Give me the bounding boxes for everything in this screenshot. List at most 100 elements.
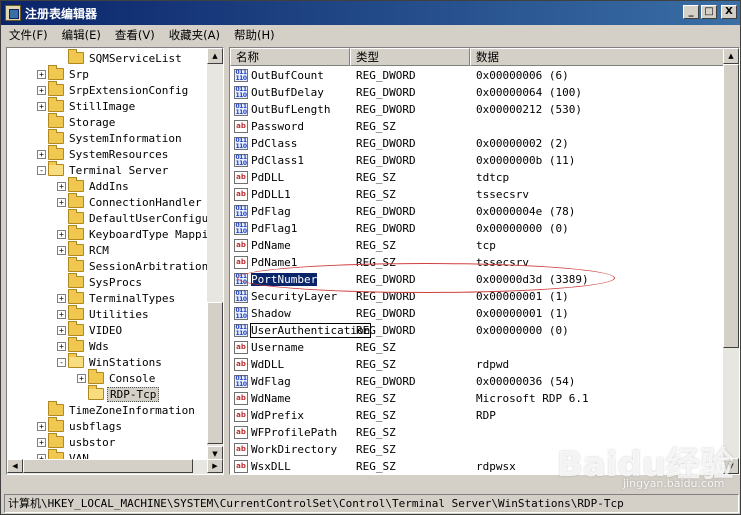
value-list-pane[interactable]: 名称 类型 数据 011 110 OutBufCount REG_DWORD 0x00… [229, 47, 740, 475]
title-bar[interactable]: 注册表编辑器 _ □ X [1, 1, 740, 25]
value-name: OutBufLength [251, 103, 331, 116]
tree-item[interactable]: SystemInformation [37, 129, 184, 146]
tree-horizontal-scrollbar[interactable]: ◀ ▶ [7, 459, 223, 474]
tree-item[interactable]: + SystemResources [37, 145, 170, 162]
list-scroll-down-button[interactable]: ▼ [723, 458, 739, 474]
column-header-type[interactable]: 类型 [350, 48, 470, 66]
tree-item[interactable]: SessionArbitrationH [57, 257, 207, 274]
value-row[interactable]: ab Password REG_SZ [230, 118, 725, 135]
expand-icon[interactable]: + [37, 69, 46, 79]
tree-item[interactable]: RDP-Tcp [77, 385, 160, 402]
value-row[interactable]: ab PdDLL1 REG_SZ tssecsrv [230, 186, 725, 203]
expand-icon[interactable]: + [57, 229, 66, 239]
value-row[interactable]: 011 110 OutBufCount REG_DWORD 0x00000006 (6… [230, 67, 725, 84]
value-data: tcp [476, 239, 496, 252]
value-row[interactable]: ab WFProfilePath REG_SZ [230, 424, 725, 441]
value-row[interactable]: 011 110 PortNumber REG_DWORD 0x00000d3d (33… [230, 271, 725, 288]
maximize-button[interactable]: □ [701, 5, 717, 19]
expand-icon[interactable]: + [37, 421, 46, 431]
expand-icon[interactable]: + [57, 181, 66, 191]
tree-scroll-left-button[interactable]: ◀ [7, 459, 23, 473]
value-type: REG_SZ [356, 409, 396, 422]
value-row[interactable]: ab PdName1 REG_SZ tssecsrv [230, 254, 725, 271]
list-scroll-up-button[interactable]: ▲ [723, 48, 739, 64]
tree-scroll-up-button[interactable]: ▲ [207, 48, 223, 64]
value-row[interactable]: 011 110 UserAuthentication REG_DWORD 0x0000… [230, 322, 725, 339]
value-data: Microsoft RDP 6.1 [476, 392, 589, 405]
value-row[interactable]: 011 110 PdClass REG_DWORD 0x00000002 (2) [230, 135, 725, 152]
tree-item[interactable]: DefaultUserConfigur [57, 209, 207, 226]
expand-icon[interactable]: + [57, 293, 66, 303]
value-row[interactable]: ab WsxDLL REG_SZ rdpwsx [230, 458, 725, 474]
tree-item[interactable]: + KeyboardType Mappin [57, 225, 207, 242]
expand-icon[interactable]: + [37, 437, 46, 447]
tree-hscroll-thumb[interactable] [23, 459, 193, 473]
tree-item[interactable]: + AddIns [57, 177, 131, 194]
tree-item[interactable]: + Console [77, 369, 157, 386]
menu-edit[interactable]: 编辑(E) [56, 27, 107, 43]
value-name: SecurityLayer [251, 290, 338, 303]
tree-item[interactable]: - Terminal Server [37, 161, 170, 178]
value-row[interactable]: ab WdDLL REG_SZ rdpwd [230, 356, 725, 373]
expand-icon[interactable]: + [57, 341, 66, 351]
tree-item[interactable]: + usbstor [37, 433, 117, 450]
value-row[interactable]: ab WdPrefix REG_SZ RDP [230, 407, 725, 424]
tree-item[interactable]: SQMServiceList [57, 49, 184, 66]
value-row[interactable]: 011 110 PdFlag1 REG_DWORD 0x00000000 (0) [230, 220, 725, 237]
value-row[interactable]: 011 110 OutBufDelay REG_DWORD 0x00000064 (1… [230, 84, 725, 101]
expand-icon[interactable]: + [57, 325, 66, 335]
expand-icon[interactable]: + [77, 373, 86, 383]
tree-item[interactable]: + Utilities [57, 305, 151, 322]
tree-item[interactable]: + usbflags [37, 417, 124, 434]
tree-item[interactable]: + StillImage [37, 97, 137, 114]
menu-file[interactable]: 文件(F) [3, 27, 54, 43]
list-scroll-thumb[interactable] [723, 64, 739, 348]
list-vertical-scrollbar[interactable]: ▲ ▼ [723, 48, 739, 474]
value-name: WdFlag [251, 375, 291, 388]
expand-icon[interactable]: + [57, 197, 66, 207]
tree-item[interactable]: SysProcs [57, 273, 144, 290]
value-row[interactable]: 011 110 PdClass1 REG_DWORD 0x0000000b (11) [230, 152, 725, 169]
menu-help[interactable]: 帮助(H) [228, 27, 281, 43]
tree-item[interactable]: + TerminalTypes [57, 289, 177, 306]
tree-item[interactable]: + VIDEO [57, 321, 124, 338]
menu-view[interactable]: 查看(V) [109, 27, 161, 43]
value-type: REG_SZ [356, 460, 396, 473]
expand-icon[interactable]: + [57, 245, 66, 255]
value-row[interactable]: ab PdDLL REG_SZ tdtcp [230, 169, 725, 186]
expand-icon[interactable]: + [37, 101, 46, 111]
close-button[interactable]: X [721, 5, 737, 19]
tree-item[interactable]: + Srp [37, 65, 91, 82]
value-row[interactable]: ab WdName REG_SZ Microsoft RDP 6.1 [230, 390, 725, 407]
tree-item[interactable]: + ConnectionHandler [57, 193, 204, 210]
minimize-button[interactable]: _ [683, 5, 699, 19]
value-row[interactable]: 011 110 WdFlag REG_DWORD 0x00000036 (54) [230, 373, 725, 390]
value-row[interactable]: ab Username REG_SZ [230, 339, 725, 356]
value-row[interactable]: 011 110 PdFlag REG_DWORD 0x0000004e (78) [230, 203, 725, 220]
value-row[interactable]: 011 110 Shadow REG_DWORD 0x00000001 (1) [230, 305, 725, 322]
tree-scroll-thumb[interactable] [207, 302, 223, 444]
value-data: rdpwd [476, 358, 510, 371]
value-row[interactable]: 011 110 OutBufLength REG_DWORD 0x00000212 (… [230, 101, 725, 118]
tree-item[interactable]: Storage [37, 113, 117, 130]
tree-item[interactable]: - WinStations [57, 353, 164, 370]
value-row[interactable]: ab WorkDirectory REG_SZ [230, 441, 725, 458]
menu-favorites[interactable]: 收藏夹(A) [163, 27, 226, 43]
value-row[interactable]: ab PdName REG_SZ tcp [230, 237, 725, 254]
expand-icon[interactable]: + [37, 149, 46, 159]
folder-icon [68, 241, 84, 256]
tree-vertical-scrollbar[interactable]: ▲ ▼ [207, 48, 223, 462]
tree-item[interactable]: + Wds [57, 337, 111, 354]
tree-item[interactable]: + SrpExtensionConfig [37, 81, 190, 98]
value-row[interactable]: 011 110 SecurityLayer REG_DWORD 0x00000001 … [230, 288, 725, 305]
tree-item[interactable]: + RCM [57, 241, 111, 258]
expand-icon[interactable]: + [57, 309, 66, 319]
tree-scroll-right-button[interactable]: ▶ [207, 459, 223, 473]
column-header-name[interactable]: 名称 [230, 48, 350, 66]
collapse-icon[interactable]: - [57, 357, 66, 367]
expand-icon[interactable]: + [37, 85, 46, 95]
collapse-icon[interactable]: - [37, 165, 46, 175]
tree-item[interactable]: TimeZoneInformation [37, 401, 197, 418]
key-tree-pane[interactable]: SQMServiceList + Srp + SrpExtensionConfig + St… [6, 47, 224, 475]
column-header-data[interactable]: 数据 [470, 48, 726, 66]
